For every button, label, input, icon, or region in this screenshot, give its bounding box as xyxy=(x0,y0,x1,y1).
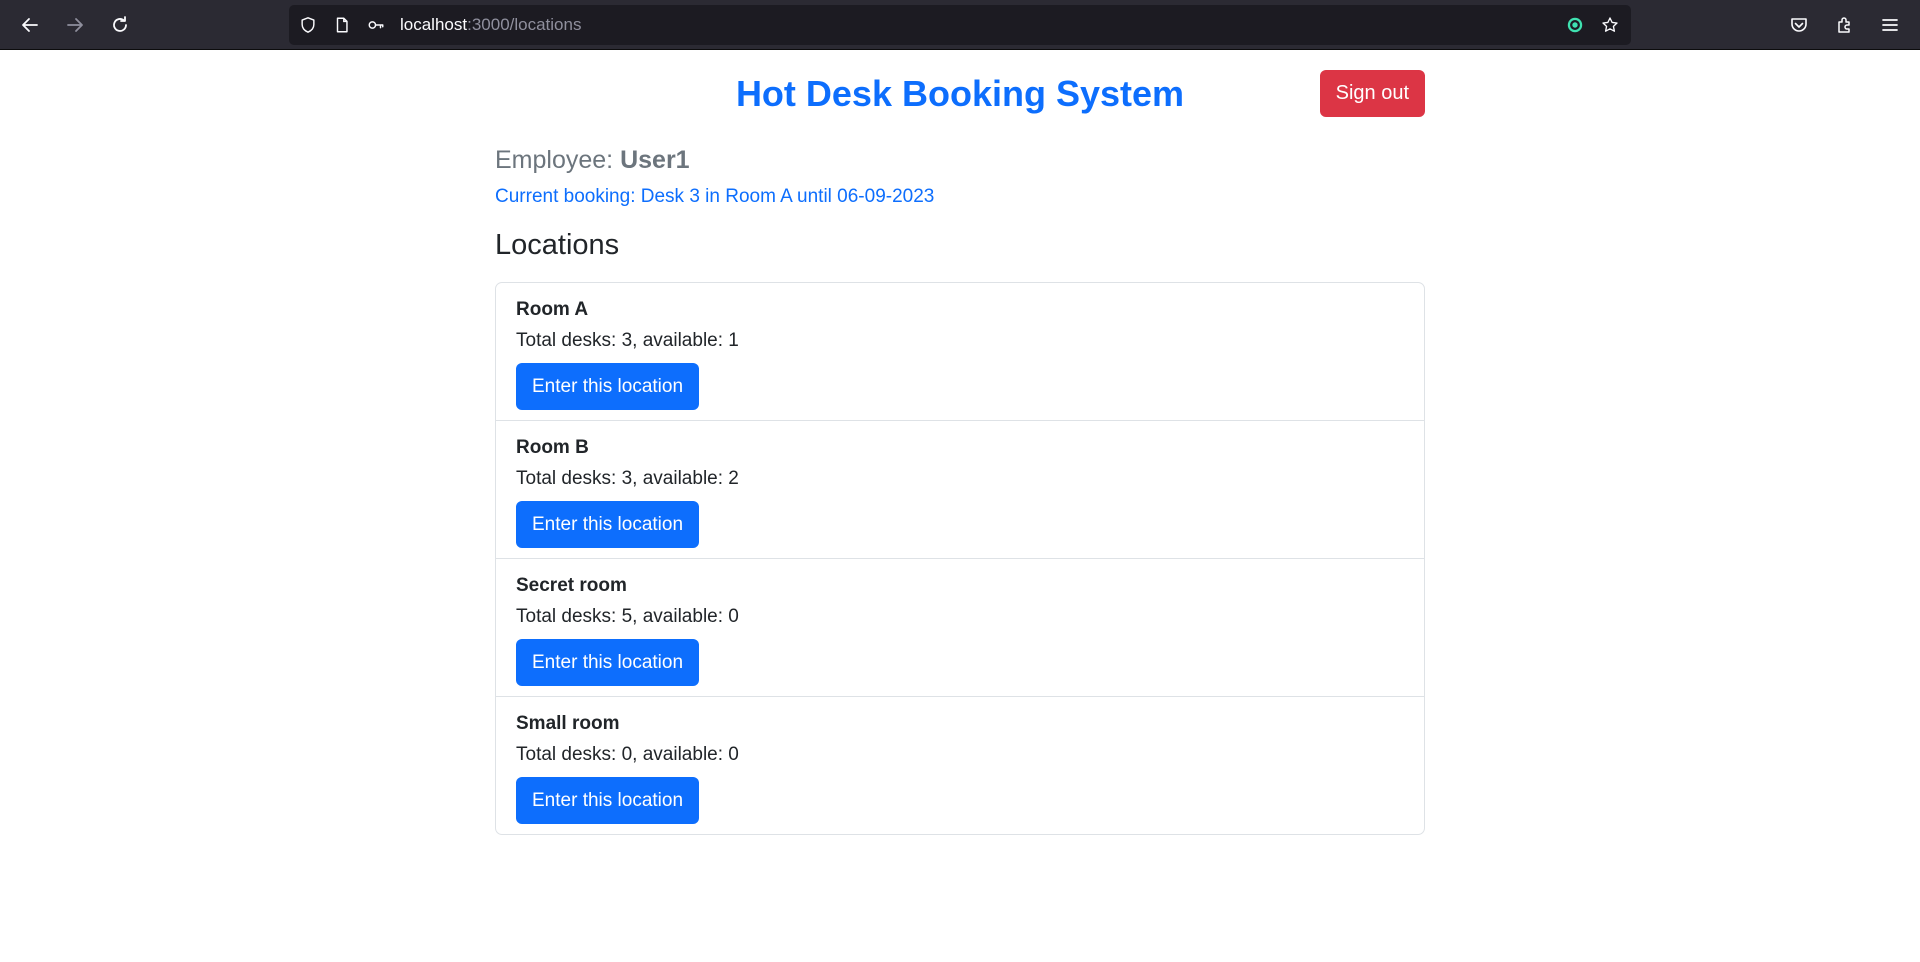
list-item: Room B Total desks: 3, available: 2 Ente… xyxy=(496,421,1424,559)
location-list: Room A Total desks: 3, available: 1 Ente… xyxy=(495,282,1425,835)
page-content: Hot Desk Booking System Sign out Employe… xyxy=(0,51,1920,962)
arrow-right-icon xyxy=(67,18,83,32)
enter-location-button[interactable]: Enter this location xyxy=(516,501,700,548)
pocket-button[interactable] xyxy=(1781,7,1817,43)
location-desk-count: Total desks: 3, available: 2 xyxy=(516,468,739,489)
list-item: Secret room Total desks: 5, available: 0… xyxy=(496,559,1424,697)
employee-name: User1 xyxy=(620,146,690,174)
enter-location-button[interactable]: Enter this location xyxy=(516,363,700,410)
extensions-button[interactable] xyxy=(1827,7,1863,43)
back-button[interactable] xyxy=(12,7,48,43)
star-icon[interactable] xyxy=(1600,15,1620,35)
location-name: Secret room xyxy=(516,575,627,596)
target-icon[interactable] xyxy=(1565,15,1585,35)
url-host: localhost xyxy=(400,15,468,34)
url-bar[interactable]: localhost:3000/locations xyxy=(289,5,1631,45)
location-name: Small room xyxy=(516,713,620,734)
enter-location-button[interactable]: Enter this location xyxy=(516,777,700,824)
locations-heading: Locations xyxy=(495,229,620,261)
employee-label: Employee: xyxy=(495,146,614,174)
location-desk-count: Total desks: 0, available: 0 xyxy=(516,744,739,765)
location-desk-count: Total desks: 5, available: 0 xyxy=(516,606,739,627)
url-path: :3000/locations xyxy=(467,15,582,34)
location-name: Room B xyxy=(516,437,589,458)
tracking-protection-shield-icon[interactable] xyxy=(298,15,318,35)
pocket-icon xyxy=(1791,18,1807,32)
reload-icon xyxy=(113,16,127,32)
menu-button[interactable] xyxy=(1872,7,1908,43)
key-icon[interactable] xyxy=(366,15,386,35)
enter-location-button[interactable]: Enter this location xyxy=(516,639,700,686)
reload-button[interactable] xyxy=(102,7,138,43)
forward-button[interactable] xyxy=(57,7,93,43)
list-item: Small room Total desks: 0, available: 0 … xyxy=(496,697,1424,834)
browser-toolbar: localhost:3000/locations xyxy=(0,0,1920,50)
page-info-icon[interactable] xyxy=(332,15,352,35)
url-text[interactable]: localhost:3000/locations xyxy=(400,15,581,35)
page-title: Hot Desk Booking System xyxy=(735,73,1185,114)
puzzle-icon xyxy=(1838,17,1850,33)
sign-out-button[interactable]: Sign out xyxy=(1319,70,1425,117)
current-booking-text: Current booking: Desk 3 in Room A until … xyxy=(495,186,935,207)
location-name: Room A xyxy=(516,299,589,320)
list-item: Room A Total desks: 3, available: 1 Ente… xyxy=(496,283,1424,421)
location-desk-count: Total desks: 3, available: 1 xyxy=(516,330,739,351)
employee-info: Employee: User1 xyxy=(495,144,690,176)
hamburger-menu-icon xyxy=(1882,19,1898,31)
arrow-left-icon xyxy=(22,18,38,32)
